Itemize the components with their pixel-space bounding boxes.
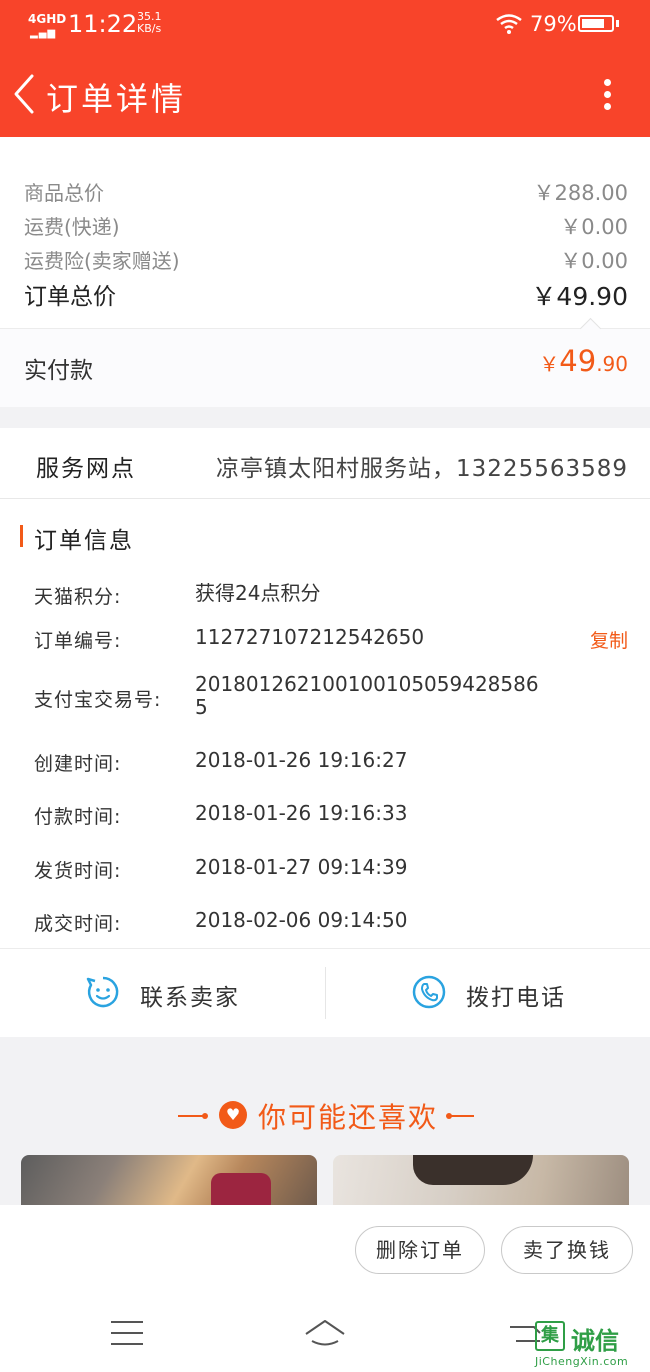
battery-tip [616, 20, 619, 27]
info-value: 2018-01-26 19:16:33 [195, 801, 408, 825]
paid-amount-block: 实付款 ￥49.90 [0, 317, 650, 407]
pointer-notch [579, 317, 602, 340]
price-value: ￥0.00 [560, 249, 628, 273]
info-value: 2018-02-06 09:14:50 [195, 908, 408, 932]
info-key: 发货时间: [34, 860, 122, 882]
info-key: 天猫积分: [34, 586, 122, 608]
order-info-section: 订单信息 天猫积分: 获得24点积分 订单编号: 112727107212542… [0, 499, 650, 949]
heart-icon: ♥ [219, 1101, 247, 1129]
phone-icon [412, 975, 446, 1009]
clock: 11:22 [68, 10, 138, 38]
price-label: 运费险(卖家赠送) [24, 249, 180, 273]
status-bar: 4GHD ▂▄▆ 11:22 35.1 KB/s 79% [0, 0, 650, 50]
header: 订单详情 [0, 50, 650, 137]
price-label: 商品总价 [24, 181, 104, 205]
recommend-title: 你可能还喜欢 [258, 1101, 439, 1134]
info-value: 获得24点积分 [195, 581, 321, 605]
menu-icon[interactable] [111, 1321, 143, 1347]
recommended-product-image[interactable] [333, 1155, 629, 1205]
info-key: 支付宝交易号: [34, 689, 162, 711]
wifi-icon [496, 14, 522, 34]
battery-level [582, 19, 604, 28]
network-indicator: 4GHD [28, 12, 67, 26]
price-value: ￥288.00 [533, 181, 628, 205]
copy-button[interactable]: 复制 [590, 626, 628, 653]
page-title: 订单详情 [46, 80, 187, 118]
info-key: 创建时间: [34, 753, 122, 775]
contact-seller-label: 联系卖家 [140, 985, 240, 1011]
info-key: 付款时间: [34, 806, 122, 828]
battery-percent: 79% [530, 12, 577, 36]
back-arrow-icon[interactable] [10, 72, 40, 116]
info-value: 112727107212542650 [195, 625, 425, 649]
watermark-url: JiChengXin.com [535, 1355, 629, 1368]
paid-label: 实付款 [24, 358, 93, 384]
order-total-label: 订单总价 [24, 284, 116, 310]
decor-line [178, 1115, 204, 1117]
watermark-name: 诚信 [571, 1327, 619, 1355]
decor-line [450, 1115, 474, 1117]
contact-seller-button[interactable]: 联系卖家 [0, 949, 325, 1037]
product-photo [211, 1173, 271, 1205]
price-row-total: 订单总价 ￥49.90 [24, 277, 628, 311]
battery-icon [578, 15, 614, 32]
call-phone-button[interactable]: 拨打电话 [326, 949, 650, 1037]
watermark-logo: 集 [535, 1321, 565, 1351]
home-icon[interactable] [303, 1317, 347, 1349]
recommended-product-image[interactable] [21, 1155, 317, 1205]
price-row-shipping: 运费(快递) ￥0.00 [24, 211, 628, 243]
product-photo [413, 1155, 533, 1185]
more-menu-icon[interactable] [595, 74, 619, 114]
section-accent-bar [20, 525, 23, 547]
info-value: 2018-01-27 09:14:39 [195, 855, 408, 879]
network-speed: 35.1 KB/s [137, 10, 162, 35]
signal-icon: ▂▄▆ [30, 28, 57, 39]
order-actions: 删除订单 卖了换钱 [0, 1205, 650, 1297]
price-row-insurance: 运费险(卖家赠送) ￥0.00 [24, 245, 628, 277]
decor-dot [202, 1113, 208, 1119]
info-value: 2018-01-26 19:16:27 [195, 748, 408, 772]
price-value: ￥0.00 [560, 215, 628, 239]
service-label: 服务网点 [36, 456, 136, 482]
sell-for-cash-button[interactable]: 卖了换钱 [501, 1226, 633, 1274]
info-key: 成交时间: [34, 913, 122, 935]
watermark: 集 诚信 JiChengXin.com [535, 1321, 647, 1371]
chat-face-icon [86, 976, 119, 1008]
price-summary: 商品总价 ￥288.00 运费(快递) ￥0.00 运费险(卖家赠送) ￥0.0… [0, 137, 650, 407]
paid-value: ￥49.90 [539, 344, 628, 378]
price-label: 运费(快递) [24, 215, 120, 239]
call-phone-label: 拨打电话 [466, 985, 566, 1011]
delete-order-button[interactable]: 删除订单 [355, 1226, 485, 1274]
service-value: 凉亭镇太阳村服务站，13225563589 [216, 456, 628, 482]
contact-bar: 联系卖家 拨打电话 [0, 948, 650, 1037]
info-value: 2018012621001001050594285865 [195, 672, 539, 719]
price-row-goods: 商品总价 ￥288.00 [24, 177, 628, 209]
recommend-header: ♥ 你可能还喜欢 [0, 1096, 650, 1136]
section-title: 订单信息 [34, 528, 134, 554]
info-key: 订单编号: [34, 630, 122, 652]
order-total-value: ￥49.90 [531, 282, 628, 311]
service-point: 服务网点 凉亭镇太阳村服务站，13225563589 [0, 428, 650, 499]
